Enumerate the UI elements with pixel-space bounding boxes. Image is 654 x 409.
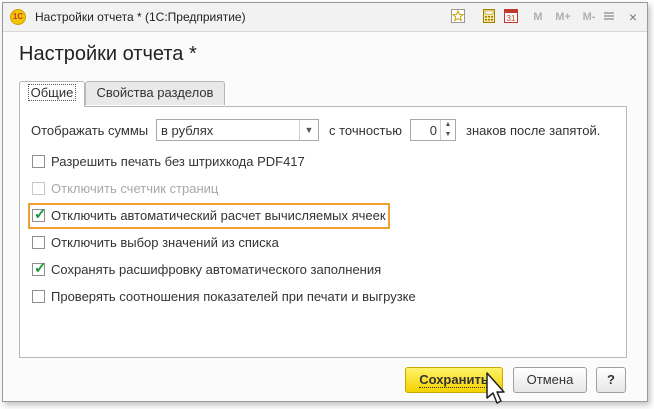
tab-section-properties[interactable]: Свойства разделов	[85, 81, 225, 105]
precision-suffix: знаков после запятой.	[466, 123, 601, 138]
close-icon[interactable]: ×	[625, 9, 641, 25]
calculator-icon[interactable]	[481, 9, 497, 25]
star-icon[interactable]	[450, 9, 466, 25]
checkbox-label: Отключить счетчик страниц	[51, 181, 219, 196]
settings-panel: Отображать суммы в рублях ▼ с точностью …	[19, 106, 627, 358]
sums-label: Отображать суммы	[31, 123, 149, 138]
checkbox-label: Разрешить печать без штрихкода PDF417	[51, 154, 305, 169]
precision-value: 0	[429, 123, 437, 138]
help-button-label: ?	[607, 372, 615, 387]
window-title: Настройки отчета * (1С:Предприятие)	[35, 10, 246, 24]
menu-icon[interactable]	[601, 9, 617, 25]
calendar-icon[interactable]: 31	[503, 9, 519, 25]
mouse-pointer-icon	[484, 372, 506, 409]
precision-stepper[interactable]: 0 ▲ ▼	[410, 119, 456, 141]
precision-label: с точностью	[329, 123, 403, 138]
checkbox[interactable]: ✓	[32, 206, 47, 223]
tab-general-label: Общие	[27, 84, 77, 101]
checkmark-icon: ✓	[34, 206, 47, 223]
app-logo-icon: 1С	[10, 9, 26, 25]
svg-text:31: 31	[507, 14, 516, 23]
checkbox[interactable]	[32, 236, 45, 249]
chevron-down-icon[interactable]: ▼	[299, 120, 318, 140]
help-button[interactable]: ?	[596, 367, 626, 393]
tab-general[interactable]: Общие	[19, 81, 85, 107]
tab-section-properties-label: Свойства разделов	[96, 85, 214, 100]
memory-plus-button[interactable]: M+	[553, 9, 573, 25]
spin-up-icon[interactable]: ▲	[440, 120, 455, 130]
form-title: Настройки отчета *	[19, 43, 197, 65]
titlebar: 1С Настройки отчета * (1С:Предприятие) 3…	[3, 3, 647, 32]
spin-down-icon[interactable]: ▼	[440, 130, 455, 140]
memory-m-button[interactable]: M	[530, 9, 546, 25]
checkmark-icon: ✓	[34, 260, 47, 277]
checkbox-label: Отключить автоматический расчет вычисляе…	[51, 208, 386, 223]
dialog-window: 1С Настройки отчета * (1С:Предприятие) 3…	[2, 2, 648, 402]
checkbox-label: Отключить выбор значений из списка	[51, 235, 279, 250]
save-button-label: Сохранить	[419, 372, 489, 388]
cancel-button[interactable]: Отмена	[513, 367, 587, 393]
checkbox-label: Проверять соотношения показателей при пе…	[51, 289, 416, 304]
checkbox	[32, 182, 45, 195]
checkbox[interactable]	[32, 155, 45, 168]
checkbox[interactable]	[32, 290, 45, 303]
checkbox-label: Сохранять расшифровку автоматического за…	[51, 262, 382, 277]
sums-select-value: в рублях	[161, 123, 214, 138]
cancel-button-label: Отмена	[526, 372, 574, 387]
checkbox[interactable]: ✓	[32, 260, 47, 277]
memory-minus-button[interactable]: M-	[579, 9, 599, 25]
sums-select[interactable]: в рублях ▼	[156, 119, 319, 141]
